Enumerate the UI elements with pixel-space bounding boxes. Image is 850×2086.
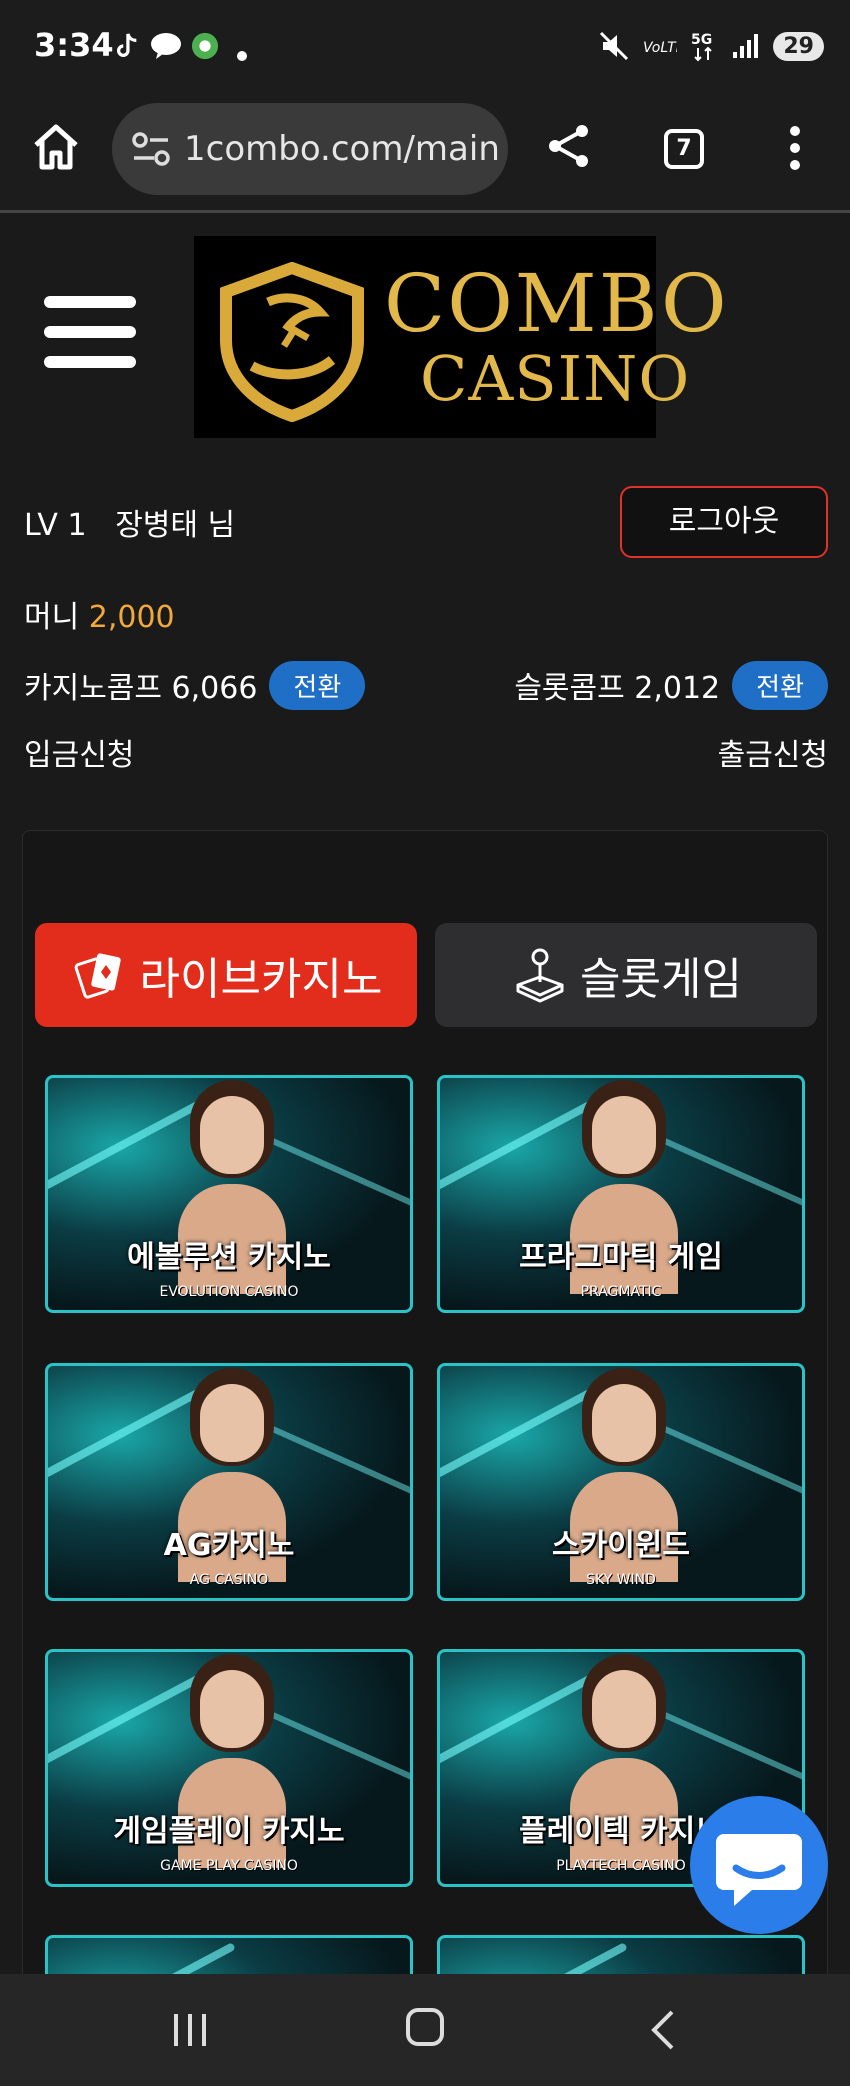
site-settings-icon[interactable] (132, 131, 170, 167)
game-title: 프라그마틱 게임 (519, 1240, 723, 1275)
user-level: LV 1 장병태 님 (24, 500, 235, 544)
game-title: AG카지노 (163, 1528, 295, 1563)
game-card-ag-casino[interactable]: AG카지노 AG CASINO (45, 1363, 413, 1601)
svg-text:5G: 5G (691, 32, 712, 48)
game-title: 에볼루션 카지노 (127, 1240, 331, 1275)
game-card-pragmatic[interactable]: 프라그마틱 게임 PRAGMATIC (437, 1075, 805, 1313)
cards-icon (74, 953, 121, 999)
live-chat-button[interactable] (690, 1796, 828, 1934)
game-card-gameplay[interactable]: 게임플레이 카지노 GAME PLAY CASINO (45, 1649, 413, 1887)
money-label: 머니 (24, 600, 80, 635)
game-subtitle: SKY WIND (586, 1572, 656, 1588)
game-subtitle: GAME PLAY CASINO (160, 1858, 298, 1874)
slot-comp-label: 슬롯콤프 2,012 (514, 671, 721, 706)
messenger-app-icon (191, 32, 219, 60)
game-card-skywind[interactable]: 스카이윈드 SKY WIND (437, 1363, 805, 1601)
casino-logo[interactable]: COMBO CASINO (194, 236, 727, 438)
logo-text-casino: CASINO (420, 342, 691, 415)
money-balance: 머니 2,000 (24, 592, 175, 636)
casino-comp-convert-button[interactable]: 전환 (269, 660, 366, 710)
tab-slot-game-label: 슬롯게임 (580, 954, 742, 1005)
slot-comp-convert-button[interactable]: 전환 (732, 660, 828, 710)
status-time: 3:34 (34, 26, 114, 64)
logo-text-combo: COMBO (384, 257, 729, 350)
game-card-evolution[interactable]: 에볼루션 카지노 EVOLUTION CASINO (45, 1075, 413, 1313)
volte-icon: VoLTE (643, 40, 677, 56)
url-text[interactable]: 1combo.com/main (184, 129, 500, 169)
5g-icon: 5G (691, 32, 713, 62)
system-nav-bar (0, 1974, 850, 2086)
share-icon[interactable] (546, 123, 592, 169)
game-title: 게임플레이 카지노 (113, 1814, 345, 1849)
tab-slot-game[interactable]: 슬롯게임 (435, 923, 817, 1027)
home-icon[interactable] (30, 121, 82, 173)
recent-apps-icon[interactable] (170, 2012, 210, 2048)
user-name: 장병태 님 (115, 508, 236, 543)
page: 3:34 VoLTE 5G (0, 0, 850, 2086)
notification-dot-icon (237, 51, 247, 61)
tiktok-icon (117, 33, 137, 57)
joystick-icon (516, 948, 564, 1003)
tab-switcher-button[interactable]: 7 (664, 129, 704, 169)
back-icon[interactable] (648, 2008, 678, 2052)
shield-logo-icon (220, 262, 364, 422)
deposit-request-link[interactable]: 입금신청 (24, 730, 134, 774)
browser-toolbar: 1combo.com/main 7 (0, 95, 850, 213)
slot-comp: 슬롯콤프 2,012 전환 (514, 660, 828, 710)
kakaotalk-icon (151, 33, 181, 59)
withdraw-request-link[interactable]: 출금신청 (718, 730, 828, 774)
system-home-button[interactable] (406, 2008, 444, 2046)
menu-icon[interactable] (44, 296, 136, 374)
chat-bubble-icon (716, 1834, 802, 1906)
casino-comp-label: 카지노콤프 6,066 (24, 671, 258, 706)
tab-live-casino-label: 라이브카지노 (139, 954, 383, 1005)
level-text: LV 1 (24, 508, 87, 543)
svg-text:VoLTE: VoLTE (643, 40, 677, 56)
signal-icon (733, 34, 759, 58)
game-title: 스카이윈드 (552, 1528, 690, 1563)
money-amount: 2,000 (88, 600, 175, 635)
status-bar: 3:34 VoLTE 5G (0, 0, 850, 95)
more-options-icon[interactable] (780, 125, 810, 171)
address-bar[interactable]: 1combo.com/main (112, 103, 508, 195)
game-subtitle: PRAGMATIC (580, 1284, 662, 1300)
tab-live-casino[interactable]: 라이브카지노 (35, 923, 417, 1027)
site-header: COMBO CASINO (0, 216, 850, 438)
casino-comp: 카지노콤프 6,066 전환 (24, 660, 366, 710)
mute-icon (600, 31, 629, 61)
game-subtitle: EVOLUTION CASINO (159, 1284, 299, 1300)
battery-indicator: 29 (773, 31, 824, 61)
game-subtitle: AG CASINO (189, 1572, 269, 1588)
status-right: VoLTE 5G 29 (599, 28, 824, 64)
logout-button[interactable]: 로그아웃 (620, 486, 828, 558)
